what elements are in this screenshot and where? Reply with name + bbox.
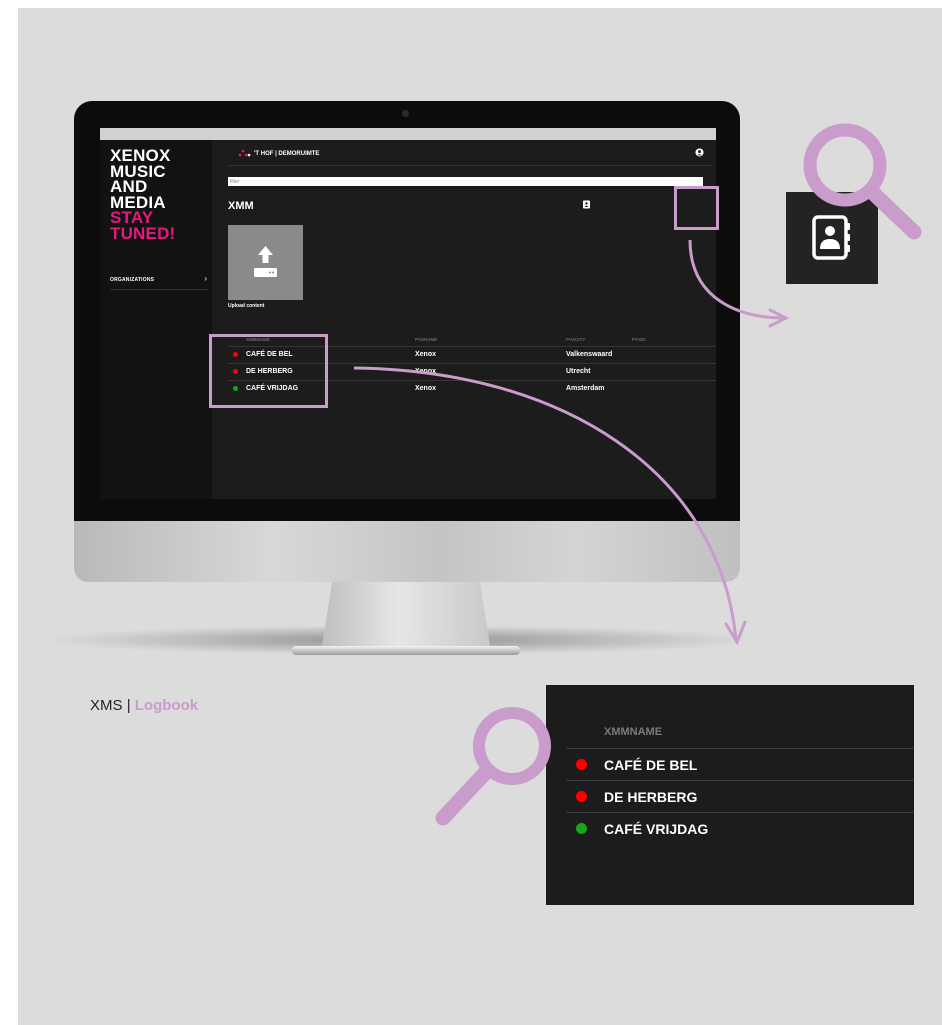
annotation-overlay (353, 123, 922, 826)
arrow-icon (353, 366, 738, 641)
magnifier-icon (435, 707, 551, 826)
caption-product: XMS (90, 697, 123, 714)
caption-separator: | (126, 697, 131, 714)
page-caption: XMS | Logbook (90, 697, 198, 714)
arrow-icon (688, 239, 786, 320)
magnifier-icon (803, 123, 922, 240)
caption-section: Logbook (134, 697, 199, 714)
